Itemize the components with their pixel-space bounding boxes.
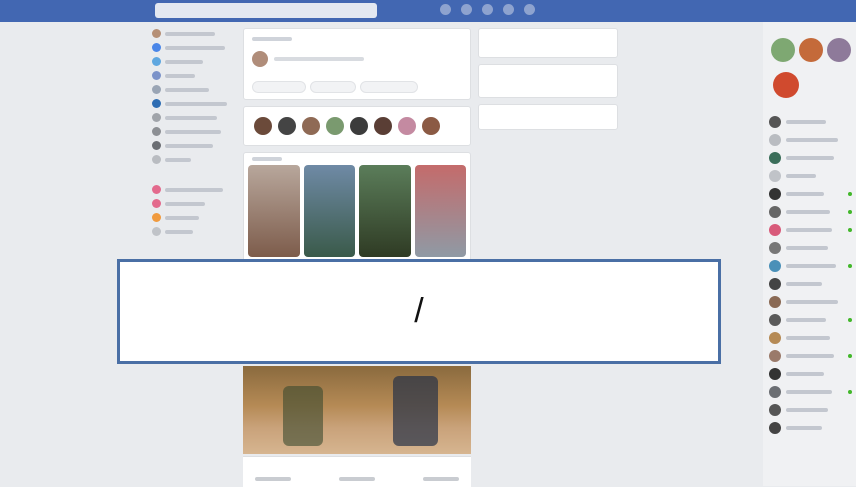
left-navigation xyxy=(152,28,236,258)
nav-item[interactable] xyxy=(152,184,236,195)
top-navigation-bar xyxy=(0,0,856,22)
sidebar-card[interactable] xyxy=(478,64,618,98)
contact-row[interactable] xyxy=(769,296,856,308)
nav-item[interactable] xyxy=(152,28,236,39)
search-input[interactable] xyxy=(155,3,377,18)
contacts-sidebar xyxy=(763,22,856,486)
home-icon[interactable] xyxy=(440,4,451,15)
contact-row[interactable] xyxy=(769,368,856,380)
avatar[interactable] xyxy=(350,117,368,135)
avatar[interactable] xyxy=(326,117,344,135)
composer-header xyxy=(252,37,292,41)
stories-tray xyxy=(243,152,471,274)
right-column xyxy=(478,28,618,130)
story-card[interactable] xyxy=(303,165,355,257)
nav-item[interactable] xyxy=(152,212,236,223)
image-figure xyxy=(393,376,438,446)
contact-row[interactable] xyxy=(769,332,856,344)
messages-icon[interactable] xyxy=(482,4,493,15)
contact-row[interactable] xyxy=(769,422,856,434)
avatar[interactable] xyxy=(374,117,392,135)
nav-item[interactable] xyxy=(152,140,236,151)
avatar[interactable] xyxy=(398,117,416,135)
sidebar-card[interactable] xyxy=(478,104,618,130)
image-figure xyxy=(283,386,323,446)
story-card[interactable] xyxy=(248,165,300,257)
share-button[interactable] xyxy=(423,477,459,481)
story-card[interactable] xyxy=(359,165,411,257)
nav-item[interactable] xyxy=(152,226,236,237)
composer-option-button[interactable] xyxy=(310,81,356,93)
avatar[interactable] xyxy=(254,117,272,135)
story-card[interactable] xyxy=(414,165,466,257)
avatar[interactable] xyxy=(302,117,320,135)
overlay-box: / xyxy=(117,259,721,364)
friends-row xyxy=(243,106,471,146)
nav-item[interactable] xyxy=(152,42,236,53)
avatar[interactable] xyxy=(771,38,795,62)
news-feed xyxy=(243,28,471,274)
avatar[interactable] xyxy=(773,72,799,98)
like-button[interactable] xyxy=(255,477,291,481)
contact-row[interactable] xyxy=(769,206,856,218)
nav-item[interactable] xyxy=(152,70,236,81)
contact-row[interactable] xyxy=(769,404,856,416)
account-icon[interactable] xyxy=(524,4,535,15)
contact-row[interactable] xyxy=(769,170,856,182)
nav-item[interactable] xyxy=(152,84,236,95)
contact-row[interactable] xyxy=(769,152,856,164)
nav-item[interactable] xyxy=(152,112,236,123)
contact-row[interactable] xyxy=(769,224,856,236)
avatar[interactable] xyxy=(799,38,823,62)
notifications-icon[interactable] xyxy=(503,4,514,15)
nav-item[interactable] xyxy=(152,154,236,165)
contact-row[interactable] xyxy=(769,350,856,362)
contact-row[interactable] xyxy=(769,242,856,254)
post-actions xyxy=(243,456,471,487)
overlay-text: / xyxy=(414,292,424,330)
contact-row[interactable] xyxy=(769,260,856,272)
stories-header xyxy=(252,157,282,161)
post-image[interactable] xyxy=(243,366,471,454)
contact-row[interactable] xyxy=(769,116,856,128)
avatar xyxy=(252,51,268,67)
nav-item[interactable] xyxy=(152,98,236,109)
contact-row[interactable] xyxy=(769,188,856,200)
avatar[interactable] xyxy=(827,38,851,62)
composer-option-button[interactable] xyxy=(360,81,418,93)
contact-row[interactable] xyxy=(769,314,856,326)
friends-icon[interactable] xyxy=(461,4,472,15)
nav-item[interactable] xyxy=(152,198,236,209)
sidebar-card[interactable] xyxy=(478,28,618,58)
contact-row[interactable] xyxy=(769,278,856,290)
composer-prompt[interactable] xyxy=(274,57,364,61)
nav-item[interactable] xyxy=(152,56,236,67)
composer-option-button[interactable] xyxy=(252,81,306,93)
post-composer[interactable] xyxy=(243,28,471,100)
top-nav-icons xyxy=(440,4,535,15)
contact-row[interactable] xyxy=(769,386,856,398)
avatar[interactable] xyxy=(278,117,296,135)
avatar[interactable] xyxy=(422,117,440,135)
contact-row[interactable] xyxy=(769,134,856,146)
comment-button[interactable] xyxy=(339,477,375,481)
nav-item[interactable] xyxy=(152,126,236,137)
